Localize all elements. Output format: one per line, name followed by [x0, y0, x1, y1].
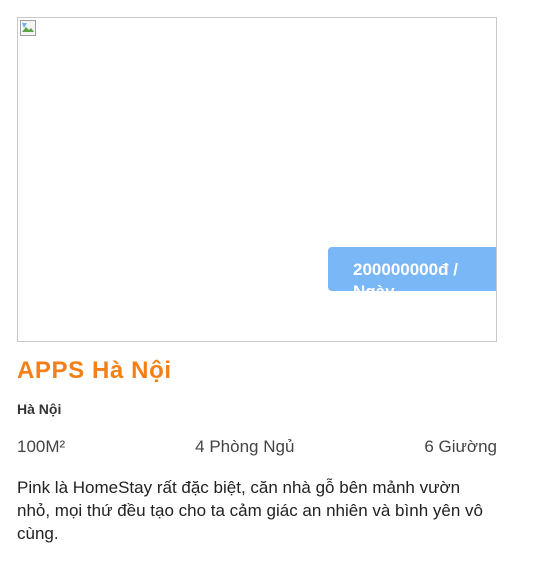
area-spec: 100M²: [17, 437, 66, 456]
listing-description: Pink là HomeStay rất đặc biệt, căn nhà g…: [17, 478, 483, 543]
price-badge: 200000000đ / Ngày: [328, 247, 496, 291]
listing-city: Hà Nội: [17, 401, 62, 417]
broken-image-icon: [20, 20, 36, 36]
listing-specs: 100M² 4 Phòng Ngủ 6 Giường: [17, 437, 497, 457]
listing-image[interactable]: 200000000đ / Ngày: [17, 17, 497, 342]
beds-spec: 6 Giường: [424, 437, 497, 456]
homestay-card[interactable]: 200000000đ / Ngày APPS Hà Nội Hà Nội 100…: [17, 17, 497, 543]
rooms-spec: 4 Phòng Ngủ: [195, 437, 295, 456]
price-text: 200000000đ / Ngày: [353, 260, 458, 291]
listing-title[interactable]: APPS Hà Nội: [17, 357, 172, 385]
